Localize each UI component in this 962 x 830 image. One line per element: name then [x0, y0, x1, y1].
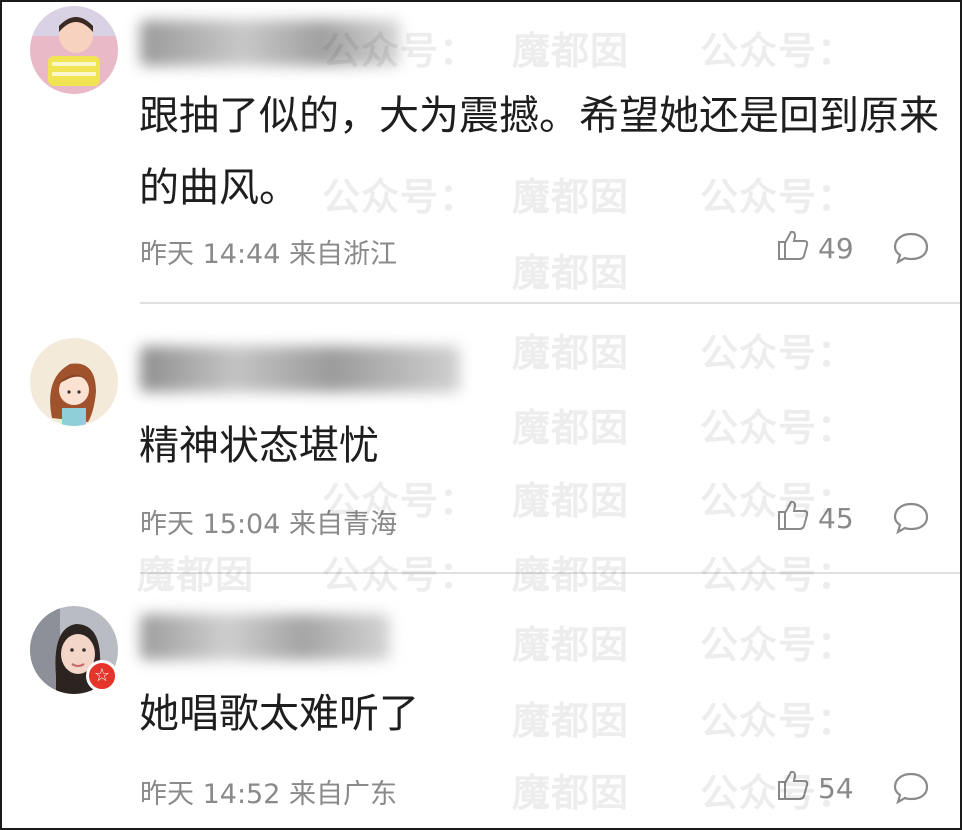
comment-bubble-icon[interactable] [892, 230, 930, 266]
comment-time: 昨天 14:44 [140, 239, 281, 270]
comment-bubble-icon[interactable] [892, 770, 930, 806]
comment-bubble-icon[interactable] [892, 500, 930, 536]
comment-meta: 昨天 14:52 来自广东 [140, 772, 397, 811]
thumbs-up-icon [776, 498, 810, 539]
username-blurred[interactable] [140, 346, 460, 392]
thumbs-up-icon [776, 228, 810, 269]
comment-location: 来自浙江 [289, 239, 397, 270]
comment-text: 她唱歌太难听了 [139, 691, 419, 737]
comment-item: ☆ 她唱歌太难听了 昨天 14:52 来自广东 54 [2, 574, 960, 828]
avatar[interactable] [30, 338, 118, 426]
comment-time: 昨天 14:52 [140, 779, 281, 810]
comment-item: 精神状态堪忧 昨天 15:04 来自青海 45 [2, 304, 960, 574]
like-count: 45 [818, 501, 854, 535]
comment-text: 精神状态堪忧 [139, 423, 379, 469]
comment-location: 来自青海 [289, 509, 397, 540]
username-blurred[interactable] [140, 614, 390, 660]
like-count: 49 [818, 231, 854, 265]
like-button[interactable]: 45 [776, 500, 854, 536]
verified-star-icon: ☆ [86, 660, 118, 692]
comment-meta: 昨天 14:44 来自浙江 [140, 232, 397, 271]
comment-text: 跟抽了似的，大为震撼。希望她还是回到原来的曲风。 [139, 93, 939, 211]
username-blurred[interactable] [140, 20, 400, 66]
avatar[interactable] [30, 6, 118, 94]
comment-meta: 昨天 15:04 来自青海 [140, 502, 397, 541]
comment-location: 来自广东 [289, 779, 397, 810]
like-button[interactable]: 49 [776, 230, 854, 266]
thumbs-up-icon [776, 768, 810, 809]
comment-list-panel: 跟抽了似的，大为震撼。希望她还是回到原来的曲风。 昨天 14:44 来自浙江 4… [0, 0, 962, 830]
comment-item: 跟抽了似的，大为震撼。希望她还是回到原来的曲风。 昨天 14:44 来自浙江 4… [2, 2, 960, 304]
like-button[interactable]: 54 [776, 770, 854, 806]
like-count: 54 [818, 771, 854, 805]
comment-time: 昨天 15:04 [140, 509, 281, 540]
